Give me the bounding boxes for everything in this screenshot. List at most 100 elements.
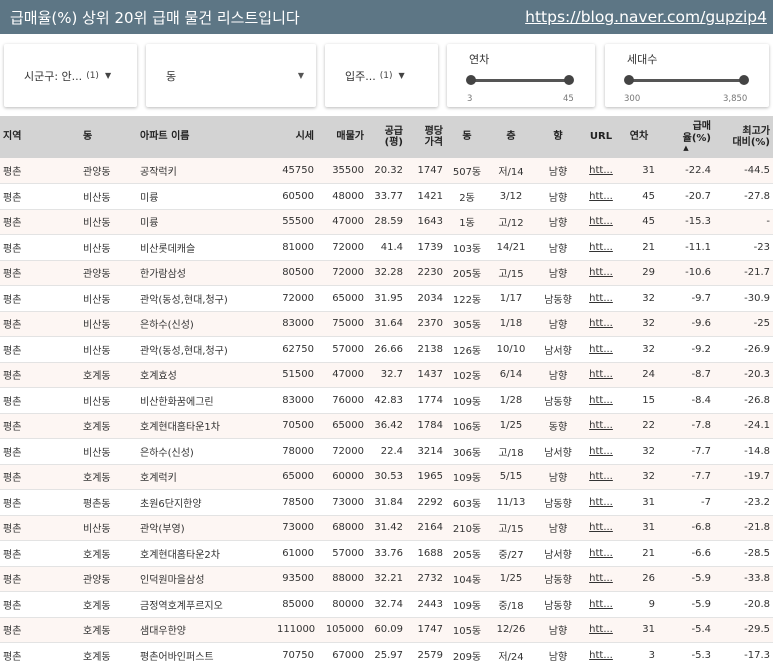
table-row[interactable]: 평촌 비산동 미륭 55500 47000 28.59 1643 1동 고/12 남향 htt...… <box>0 209 773 235</box>
listing-url-link[interactable]: htt... <box>582 642 620 667</box>
ipju-dropdown-count: (1) <box>379 70 393 81</box>
cell-dong: 관양동 <box>80 158 137 184</box>
blog-link[interactable]: https://blog.naver.com/gupzip4 <box>525 8 767 26</box>
year-slider-track[interactable] <box>471 79 570 82</box>
col-header-dong[interactable]: 동 <box>80 116 137 158</box>
col-header-sale[interactable]: 매물가 <box>317 116 367 158</box>
listing-url-link[interactable]: htt... <box>582 413 620 439</box>
table-row[interactable]: 평촌 비산동 비산한화꿈에그린 83000 76000 42.83 1774 109동 1/28… <box>0 387 773 414</box>
table-row[interactable]: 평촌 관양동 한가람삼성 80500 72000 32.28 2230 205동 고/15 남향 h… <box>0 260 773 286</box>
cell-sale: 47000 <box>317 362 367 388</box>
listing-url-link[interactable]: htt... <box>582 464 620 490</box>
year-slider-max-handle[interactable] <box>564 75 574 85</box>
households-slider-track[interactable] <box>629 79 743 82</box>
cell-dir: 남서향 <box>534 438 582 465</box>
col-header-ppa[interactable]: 평당 가격 <box>406 116 446 158</box>
listing-url-link[interactable]: htt... <box>582 566 620 592</box>
table-row[interactable]: 평촌 호계동 평촌어바인퍼스트 70750 67000 25.97 2579 209동 저/24… <box>0 642 773 667</box>
listing-url-link[interactable]: htt... <box>582 489 620 516</box>
listing-url-link[interactable]: htt... <box>582 540 620 567</box>
cell-rate: -5.9 <box>658 566 714 592</box>
col-header-region[interactable]: 지역 <box>0 116 80 158</box>
cell-age: 29 <box>620 260 658 286</box>
listing-url-link[interactable]: htt... <box>582 209 620 235</box>
table-row[interactable]: 평촌 호계동 호계현대홈타운1차 70500 65000 36.42 1784 106동 1/2… <box>0 413 773 439</box>
table-row[interactable]: 평촌 평촌동 초원6단지한양 78500 73000 31.84 2292 603동 11/13… <box>0 489 773 516</box>
year-slider-min-handle[interactable] <box>466 75 476 85</box>
table-row[interactable]: 평촌 호계동 호계럭키 65000 60000 30.53 1965 109동 5/15 남향 ht… <box>0 464 773 490</box>
col-header-price[interactable]: 시세 <box>274 116 317 158</box>
cell-ppa: 1643 <box>406 209 446 235</box>
listing-url-link[interactable]: htt... <box>582 311 620 337</box>
col-header-url[interactable]: URL <box>582 116 620 158</box>
cell-sale: 60000 <box>317 464 367 490</box>
col-header-drop[interactable]: 최고가 대비(%) <box>714 116 773 158</box>
cell-area: 31.42 <box>367 515 406 541</box>
cell-dir: 동향 <box>534 413 582 439</box>
cell-region: 평촌 <box>0 362 80 388</box>
table-row[interactable]: 평촌 비산동 관악(부영) 73000 68000 31.42 2164 210동 고/15 남향… <box>0 515 773 541</box>
listing-url-link[interactable]: htt... <box>582 591 620 618</box>
cell-apt: 비산한화꿈에그린 <box>137 387 274 414</box>
listing-url-link[interactable]: htt... <box>582 158 620 184</box>
cell-sale: 57000 <box>317 540 367 567</box>
cell-age: 31 <box>620 489 658 516</box>
table-row[interactable]: 평촌 비산동 관악(동성,현대,청구) 62750 57000 26.66 2138 126동… <box>0 336 773 363</box>
cell-drop: - <box>714 209 773 235</box>
cell-ppa: 1437 <box>406 362 446 388</box>
cell-dong: 호계동 <box>80 362 137 388</box>
sigungu-dropdown[interactable]: 시군구: 안... (1) ▼ <box>4 44 137 107</box>
table-row[interactable]: 평촌 비산동 관악(동성,현대,청구) 72000 65000 31.95 2034 122동… <box>0 285 773 312</box>
listing-url-link[interactable]: htt... <box>582 617 620 643</box>
listing-url-link[interactable]: htt... <box>582 362 620 388</box>
cell-rate: -10.6 <box>658 260 714 286</box>
cell-region: 평촌 <box>0 642 80 667</box>
dong-dropdown[interactable]: 동 ▼ <box>146 44 316 107</box>
listing-url-link[interactable]: htt... <box>582 285 620 312</box>
cell-price: 61000 <box>274 540 317 567</box>
listing-url-link[interactable]: htt... <box>582 336 620 363</box>
col-header-apt[interactable]: 아파트 이름 <box>137 116 274 158</box>
cell-rate: -7.8 <box>658 413 714 439</box>
households-slider-max-handle[interactable] <box>739 75 749 85</box>
table-row[interactable]: 평촌 비산동 비산롯데캐슬 81000 72000 41.4 1739 103동 14/21 남향… <box>0 234 773 261</box>
listing-url-link[interactable]: htt... <box>582 234 620 261</box>
table-row[interactable]: 평촌 호계동 샘대우한양 111000 105000 60.09 1747 105동 12/26… <box>0 617 773 643</box>
cell-area: 31.95 <box>367 285 406 312</box>
ipju-dropdown[interactable]: 입주... (1) ▼ <box>325 44 438 107</box>
cell-apt: 한가람삼성 <box>137 260 274 286</box>
table-row[interactable]: 평촌 호계동 호계효성 51500 47000 32.7 1437 102동 6/14 남향 htt… <box>0 362 773 388</box>
cell-drop: -27.8 <box>714 183 773 210</box>
cell-dong: 호계동 <box>80 642 137 667</box>
cell-apt: 샘대우한양 <box>137 617 274 643</box>
households-slider-min-handle[interactable] <box>624 75 634 85</box>
listing-url-link[interactable]: htt... <box>582 183 620 210</box>
cell-apt: 관악(동성,현대,청구) <box>137 336 274 363</box>
table-row[interactable]: 평촌 관양동 공작럭키 45750 35500 20.32 1747 507동 저/14 남향 ht… <box>0 158 773 184</box>
listing-url-link[interactable]: htt... <box>582 260 620 286</box>
cell-sale: 47000 <box>317 209 367 235</box>
cell-apt: 미륭 <box>137 209 274 235</box>
cell-sale: 35500 <box>317 158 367 184</box>
cell-rate: -11.1 <box>658 234 714 261</box>
table-row[interactable]: 평촌 비산동 은하수(신성) 83000 75000 31.64 2370 305동 1/18 남… <box>0 311 773 337</box>
listing-url-link[interactable]: htt... <box>582 438 620 465</box>
col-header-rate-label: 급매 율(%) <box>682 121 711 144</box>
col-header-area[interactable]: 공급 (평) <box>367 116 406 158</box>
table-row[interactable]: 평촌 비산동 미륭 60500 48000 33.77 1421 2동 3/12 남향 htt...… <box>0 183 773 210</box>
col-header-bldg[interactable]: 동 <box>446 116 488 158</box>
table-row[interactable]: 평촌 비산동 은하수(신성) 78000 72000 22.4 3214 306동 고/18 남서… <box>0 438 773 465</box>
table-row[interactable]: 평촌 호계동 금정역호계푸르지오 85000 80000 32.74 2443 109동 중/1… <box>0 591 773 618</box>
table-row[interactable]: 평촌 호계동 호계현대홈타운2차 61000 57000 33.76 1688 205동 중/2… <box>0 540 773 567</box>
cell-dir: 남동향 <box>534 566 582 592</box>
table-row[interactable]: 평촌 관양동 인덕원마을삼성 93500 88000 32.21 2732 104동 1/25 남… <box>0 566 773 592</box>
col-header-dir[interactable]: 향 <box>534 116 582 158</box>
sort-ascending-icon: ▲ <box>683 144 689 153</box>
cell-region: 평촌 <box>0 515 80 541</box>
listing-url-link[interactable]: htt... <box>582 515 620 541</box>
col-header-age[interactable]: 연차 <box>620 116 658 158</box>
col-header-rate[interactable]: 급매 율(%) ▲ <box>658 116 714 158</box>
listing-url-link[interactable]: htt... <box>582 387 620 414</box>
cell-price: 73000 <box>274 515 317 541</box>
col-header-floor[interactable]: 층 <box>488 116 534 158</box>
